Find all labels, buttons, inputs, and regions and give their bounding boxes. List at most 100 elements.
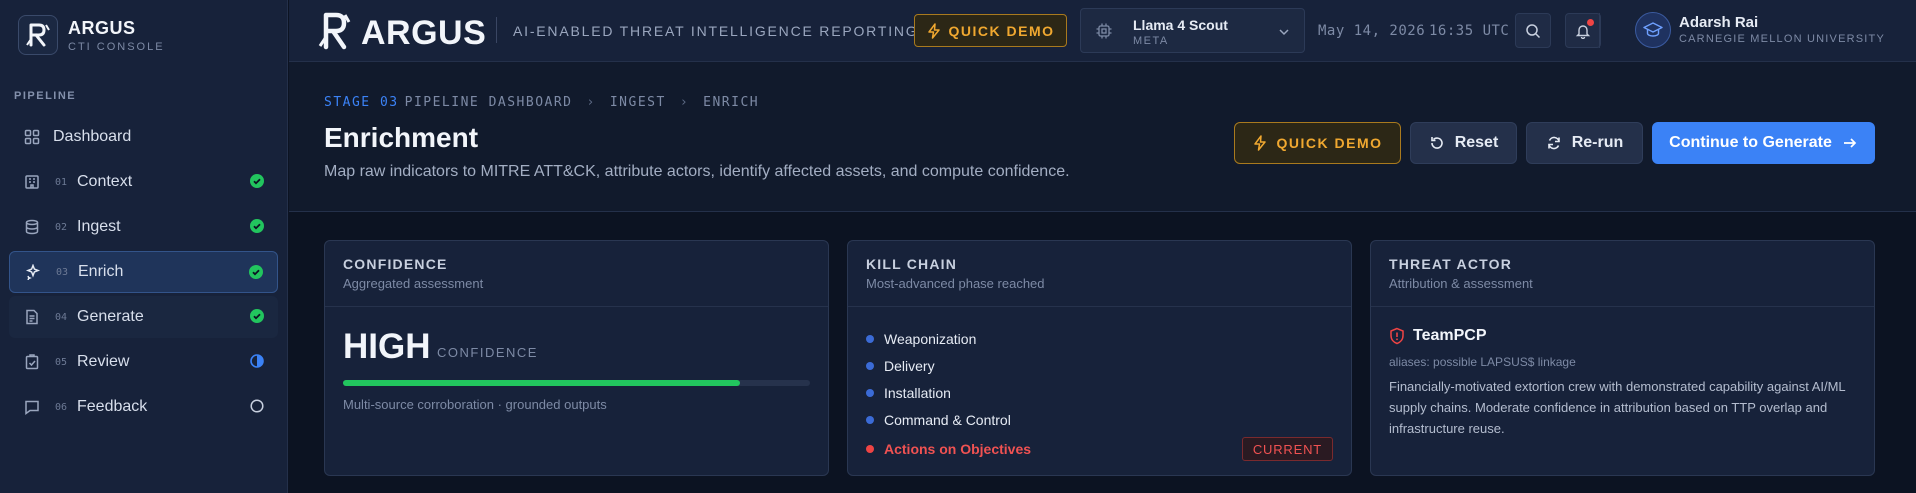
clipboard-icon (23, 353, 41, 371)
search-button[interactable] (1515, 13, 1551, 48)
current-badge: CURRENT (1241, 437, 1333, 461)
card-subtitle: Attribution & assessment (1389, 276, 1533, 291)
phase-label: Installation (884, 384, 951, 401)
threat-actor-description: Financially-motivated extortion crew wit… (1389, 379, 1846, 436)
sparkle-icon (24, 263, 42, 281)
check-circle-icon (250, 174, 264, 188)
current-date: May 14, 2026 (1318, 23, 1426, 39)
lightning-icon (1253, 135, 1266, 151)
brand[interactable]: ARGUS CTI CONSOLE (18, 15, 165, 55)
confidence-level: HIGH (343, 327, 431, 366)
card-title: THREAT ACTOR (1389, 256, 1513, 272)
sidebar: ARGUS CTI CONSOLE PIPELINE Dashboard 01 … (0, 0, 288, 493)
building-icon (23, 173, 41, 191)
sidebar-item-generate[interactable]: 04 Generate (9, 296, 278, 338)
sidebar-item-ingest[interactable]: 02 Ingest (9, 206, 278, 248)
page-subtitle: Map raw indicators to MITRE ATT&CK, attr… (324, 163, 1070, 180)
graduation-cap-icon (1643, 22, 1663, 37)
argus-logo-icon (317, 10, 351, 57)
brand-subtitle: CTI CONSOLE (68, 40, 165, 53)
sidebar-item-label: Feedback (77, 398, 148, 415)
refresh-icon (1547, 136, 1560, 150)
sidebar-item-label: Context (77, 173, 133, 190)
top-bar: ARGUS AI-ENABLED THREAT INTELLIGENCE REP… (289, 0, 1916, 62)
check-circle-icon (250, 219, 264, 233)
sidebar-item-feedback[interactable]: 06 Feedback (9, 386, 278, 428)
topbar-brand[interactable]: ARGUS (317, 10, 486, 57)
threat-actor-aliases: aliases: possible LAPSUS$ linkage (1389, 355, 1576, 369)
threat-actor-card: THREAT ACTOR Attribution & assessment Te… (1370, 240, 1875, 476)
card-title: KILL CHAIN (866, 256, 958, 272)
bullet-dot-icon (866, 445, 874, 453)
phase-label: Actions on Objectives (884, 441, 1032, 457)
notification-badge (1587, 19, 1594, 26)
lightning-icon (927, 22, 940, 39)
breadcrumb-item[interactable]: PIPELINE DASHBOARD (405, 95, 573, 110)
user-name: Adarsh Rai (1679, 14, 1759, 31)
sidebar-item-number: 02 (55, 221, 68, 233)
breadcrumb: STAGE 03 PIPELINE DASHBOARD › INGEST › E… (324, 95, 759, 110)
quick-demo-button[interactable]: QUICK DEMO (914, 14, 1067, 47)
rerun-button[interactable]: Re-run (1526, 122, 1643, 164)
grid-icon (23, 128, 41, 146)
sidebar-item-context[interactable]: 01 Context (9, 161, 278, 203)
breadcrumb-item[interactable]: INGEST (610, 95, 666, 110)
document-icon (23, 308, 41, 326)
chip-icon (1095, 22, 1113, 45)
chevron-right-icon: › (586, 95, 596, 110)
model-selector[interactable]: Llama 4 Scout META (1080, 8, 1305, 53)
half-circle-icon (250, 354, 264, 368)
continue-label: Continue to Generate (1669, 134, 1832, 151)
phase-label: Delivery (884, 357, 935, 374)
avatar[interactable] (1635, 12, 1671, 48)
confidence-card: CONFIDENCE Aggregated assessment HIGH CO… (324, 240, 829, 476)
bullet-dot-icon (866, 388, 874, 397)
quick-demo-label: QUICK DEMO (1276, 135, 1383, 151)
kill-chain-phase: Installation (866, 379, 1333, 406)
reset-label: Reset (1454, 134, 1499, 151)
sidebar-item-label: Ingest (77, 218, 121, 235)
threat-actor-row: TeamPCP (1389, 327, 1487, 345)
kill-chain-phase: Command & Control (866, 406, 1333, 433)
message-icon (23, 398, 41, 416)
sidebar-item-enrich[interactable]: 03 Enrich (9, 251, 278, 293)
app-title: ARGUS (361, 14, 487, 52)
search-icon (1526, 23, 1541, 38)
pipeline-nav: Dashboard 01 Context 02 Ingest 03 Enrich… (9, 116, 278, 431)
database-icon (23, 218, 41, 236)
current-time: 16:35 UTC (1429, 23, 1510, 39)
model-vendor: META (1133, 35, 1169, 47)
kill-chain-phase: Weaponization (866, 325, 1333, 352)
bullet-dot-icon (866, 334, 874, 343)
reset-icon (1430, 137, 1443, 149)
pipeline-section-label: PIPELINE (14, 90, 77, 102)
kill-chain-card: KILL CHAIN Most-advanced phase reached W… (847, 240, 1352, 476)
quick-demo-button[interactable]: QUICK DEMO (1234, 122, 1401, 164)
continue-to-generate-button[interactable]: Continue to Generate (1652, 122, 1875, 164)
sidebar-item-number: 06 (55, 401, 68, 413)
sidebar-item-review[interactable]: 05 Review (9, 341, 278, 383)
kill-chain-current-phase: Actions on Objectives CURRENT (866, 433, 1333, 465)
chevron-right-icon: › (679, 95, 690, 110)
notifications-button[interactable] (1565, 13, 1601, 48)
bullet-dot-icon (866, 361, 874, 370)
confidence-progress-fill (343, 380, 740, 386)
card-subtitle: Aggregated assessment (343, 276, 484, 291)
sidebar-item-dashboard[interactable]: Dashboard (9, 116, 278, 158)
chevron-down-icon (1278, 25, 1290, 43)
sidebar-item-label: Dashboard (53, 128, 132, 145)
card-title: CONFIDENCE (343, 256, 448, 272)
user-organization: CARNEGIE MELLON UNIVERSITY (1679, 33, 1886, 45)
bullet-dot-icon (866, 415, 874, 424)
phase-label: Command & Control (884, 411, 1011, 428)
confidence-note: Multi-source corroboration · grounded ou… (343, 397, 607, 412)
divider (1599, 13, 1600, 48)
page-header: STAGE 03 PIPELINE DASHBOARD › INGEST › E… (289, 62, 1916, 212)
kill-chain-list: Weaponization Delivery Installation Comm… (866, 325, 1333, 465)
sidebar-item-number: 05 (55, 356, 68, 368)
sidebar-item-label: Enrich (78, 263, 124, 280)
breadcrumb-item: ENRICH (703, 95, 760, 110)
sidebar-item-label: Generate (77, 308, 144, 325)
reset-button[interactable]: Reset (1410, 122, 1517, 164)
sidebar-item-number: 01 (55, 176, 68, 188)
